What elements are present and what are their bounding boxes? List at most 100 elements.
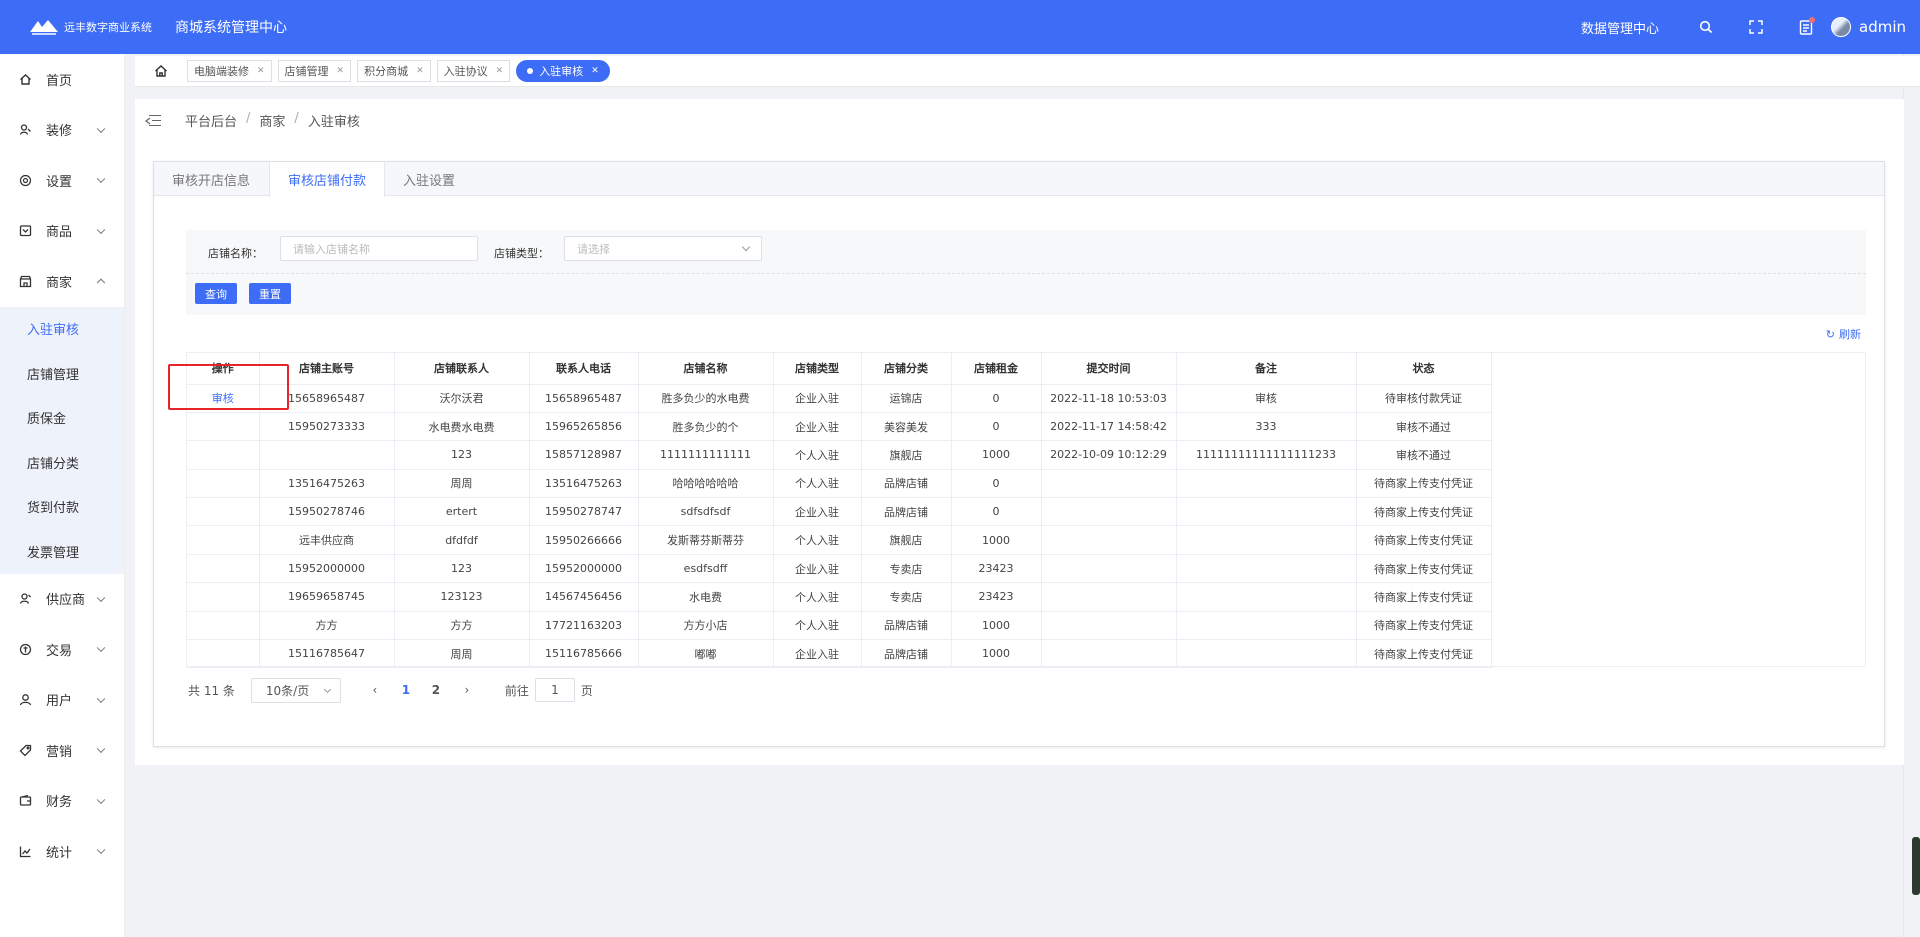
reset-button[interactable]: 重置 [249, 283, 291, 304]
sidebar-subitem-deposit[interactable]: 质保金 [0, 396, 124, 441]
goto-prefix: 前往 [504, 683, 529, 698]
data-center-link[interactable]: 数据管理中心 [1581, 18, 1659, 37]
tab-settle-settings[interactable]: 入驻设置 [385, 162, 474, 196]
sidebar-subitem-shop-category[interactable]: 店铺分类 [0, 440, 124, 485]
table-cell: 运锦店 [861, 384, 952, 413]
sidebar-item-statistics[interactable]: 统计 [0, 826, 124, 877]
tab-points-mall[interactable]: 积分商城 ✕ [357, 60, 431, 82]
chevron-down-icon [96, 124, 106, 133]
prev-page-icon[interactable]: ‹ [365, 683, 385, 697]
active-dot [527, 68, 534, 74]
table-cell: 待商家上传支付凭证 [1356, 497, 1492, 527]
table-cell: 15950266666 [529, 525, 639, 555]
table-cell: 发斯蒂芬斯蒂芬 [638, 525, 774, 555]
table-cell: 远丰供应商 [259, 525, 395, 555]
fullscreen-icon[interactable] [1745, 16, 1767, 38]
page-size-select[interactable]: 10条/页 [250, 677, 341, 703]
user-icon [18, 693, 32, 707]
table-cell: 15950273333 [259, 412, 395, 442]
avatar[interactable] [1831, 17, 1851, 37]
shop-name-input[interactable]: 请输入店铺名称 [280, 236, 478, 261]
username[interactable]: admin [1859, 18, 1906, 36]
close-icon[interactable]: ✕ [591, 66, 599, 76]
table-cell [187, 582, 260, 612]
query-button[interactable]: 查询 [195, 283, 237, 304]
table-cell: 企业入驻 [773, 412, 862, 442]
sidebar-item-finance[interactable]: 财务 [0, 776, 124, 827]
table-cell: 企业入驻 [773, 639, 862, 669]
table-cell: 15857128987 [529, 440, 639, 470]
tab-pc-decoration[interactable]: 电脑端装修 ✕ [187, 60, 272, 82]
close-icon[interactable]: ✕ [496, 66, 504, 76]
sidebar-item-merchant[interactable]: 商家 [0, 256, 124, 307]
table-cell: 个人入驻 [773, 525, 862, 555]
table-cell [259, 440, 395, 470]
sidebar-item-marketing[interactable]: 营销 [0, 725, 124, 776]
table-cell: 企业入驻 [773, 554, 862, 584]
table-cell: 嘟嘟 [638, 639, 774, 669]
system-title: 商城系统管理中心 [175, 20, 287, 36]
table-cell: 123123 [394, 582, 530, 612]
table-cell: 周周 [394, 469, 530, 499]
table-cell: 品牌店铺 [861, 469, 952, 499]
tab-audit-shop-payment[interactable]: 审核店铺付款 [269, 162, 386, 197]
sidebar-subitem-settle-audit[interactable]: 入驻审核 [0, 307, 124, 352]
goods-icon [18, 224, 32, 238]
breadcrumb-separator: / [294, 111, 299, 126]
close-icon[interactable]: ✕ [416, 66, 424, 76]
close-icon[interactable]: ✕ [257, 66, 265, 76]
next-page-icon[interactable]: › [457, 683, 477, 697]
table-cell: 2022-11-18 10:53:03 [1041, 384, 1177, 413]
column-header: 提交时间 [1041, 353, 1177, 385]
table-cell [1176, 611, 1357, 641]
refresh-button[interactable]: ↻ 刷新 [1826, 326, 1861, 342]
table-row: 15952000000 123 15952000000 esdfsdff 企业入驻 专卖店… [187, 554, 1492, 584]
tab-settle-agreement[interactable]: 入驻协议 ✕ [436, 60, 511, 82]
column-header: 店铺租金 [951, 353, 1042, 385]
page-number[interactable]: 2 [424, 683, 448, 697]
sidebar-item-label: 营销 [46, 744, 73, 760]
close-icon[interactable]: ✕ [337, 66, 345, 76]
table-cell: 2022-10-09 10:12:29 [1041, 440, 1177, 470]
goto-suffix: 页 [580, 683, 593, 698]
sidebar-item-trade[interactable]: 交易 [0, 624, 124, 675]
sidebar-item-supplier[interactable]: 供应商 [0, 574, 124, 625]
tab-settle-audit[interactable]: 入驻审核 ✕ [516, 60, 610, 82]
sidebar-subitem-cod[interactable]: 货到付款 [0, 485, 124, 530]
collapse-menu-icon[interactable] [145, 114, 161, 128]
tab-label: 入驻协议 [443, 65, 488, 78]
breadcrumb-item[interactable]: 平台后台 [185, 111, 237, 130]
table-cell: 15950278747 [529, 497, 639, 527]
sidebar-item-user[interactable]: 用户 [0, 675, 124, 726]
table-cell: 胜多负少的个 [638, 412, 774, 442]
wallet-icon [18, 794, 32, 808]
sidebar-item-goods[interactable]: 商品 [0, 206, 124, 257]
breadcrumb-item[interactable]: 商家 [259, 111, 285, 130]
table-cell: 待商家上传支付凭证 [1356, 525, 1492, 555]
tab-label: 店铺管理 [284, 65, 329, 78]
table-row: 审核 15658965487 沃尔沃君 15658965487 胜多负少的水电费 企业入驻… [187, 384, 1492, 413]
top-header: 远丰数字商业系统 商城系统管理中心 数据管理中心 admin [0, 0, 1920, 54]
table-cell [1176, 639, 1357, 669]
table-cell: 审核 [1176, 384, 1357, 413]
table-cell [1176, 525, 1357, 555]
sidebar-item-settings[interactable]: 设置 [0, 155, 124, 206]
page-number[interactable]: 1 [394, 683, 418, 697]
table-cell [1041, 554, 1177, 584]
table-cell: 待审核付款凭证 [1356, 384, 1492, 413]
table-cell: 15952000000 [529, 554, 639, 584]
tab-shop-manage[interactable]: 店铺管理 ✕ [277, 60, 352, 82]
goto-page-input[interactable]: 1 [534, 678, 575, 702]
shop-type-select[interactable]: 请选择 [564, 236, 762, 261]
table-cell: 0 [951, 412, 1042, 442]
sidebar-subitem-invoice[interactable]: 发票管理 [0, 529, 124, 574]
table-body: 审核 15658965487 沃尔沃君 15658965487 胜多负少的水电费 企业入驻… [187, 384, 1492, 669]
sidebar-subitem-shop-manage[interactable]: 店铺管理 [0, 351, 124, 396]
sidebar-item-home[interactable]: 首页 [0, 54, 124, 105]
scrollbar-thumb[interactable] [1912, 837, 1920, 895]
tab-audit-shop-info[interactable]: 审核开店信息 [154, 162, 269, 196]
notification-icon[interactable] [1795, 16, 1817, 38]
search-icon[interactable] [1695, 16, 1717, 38]
home-tab-button[interactable] [135, 56, 187, 87]
sidebar-item-decoration[interactable]: 装修 [0, 105, 124, 156]
